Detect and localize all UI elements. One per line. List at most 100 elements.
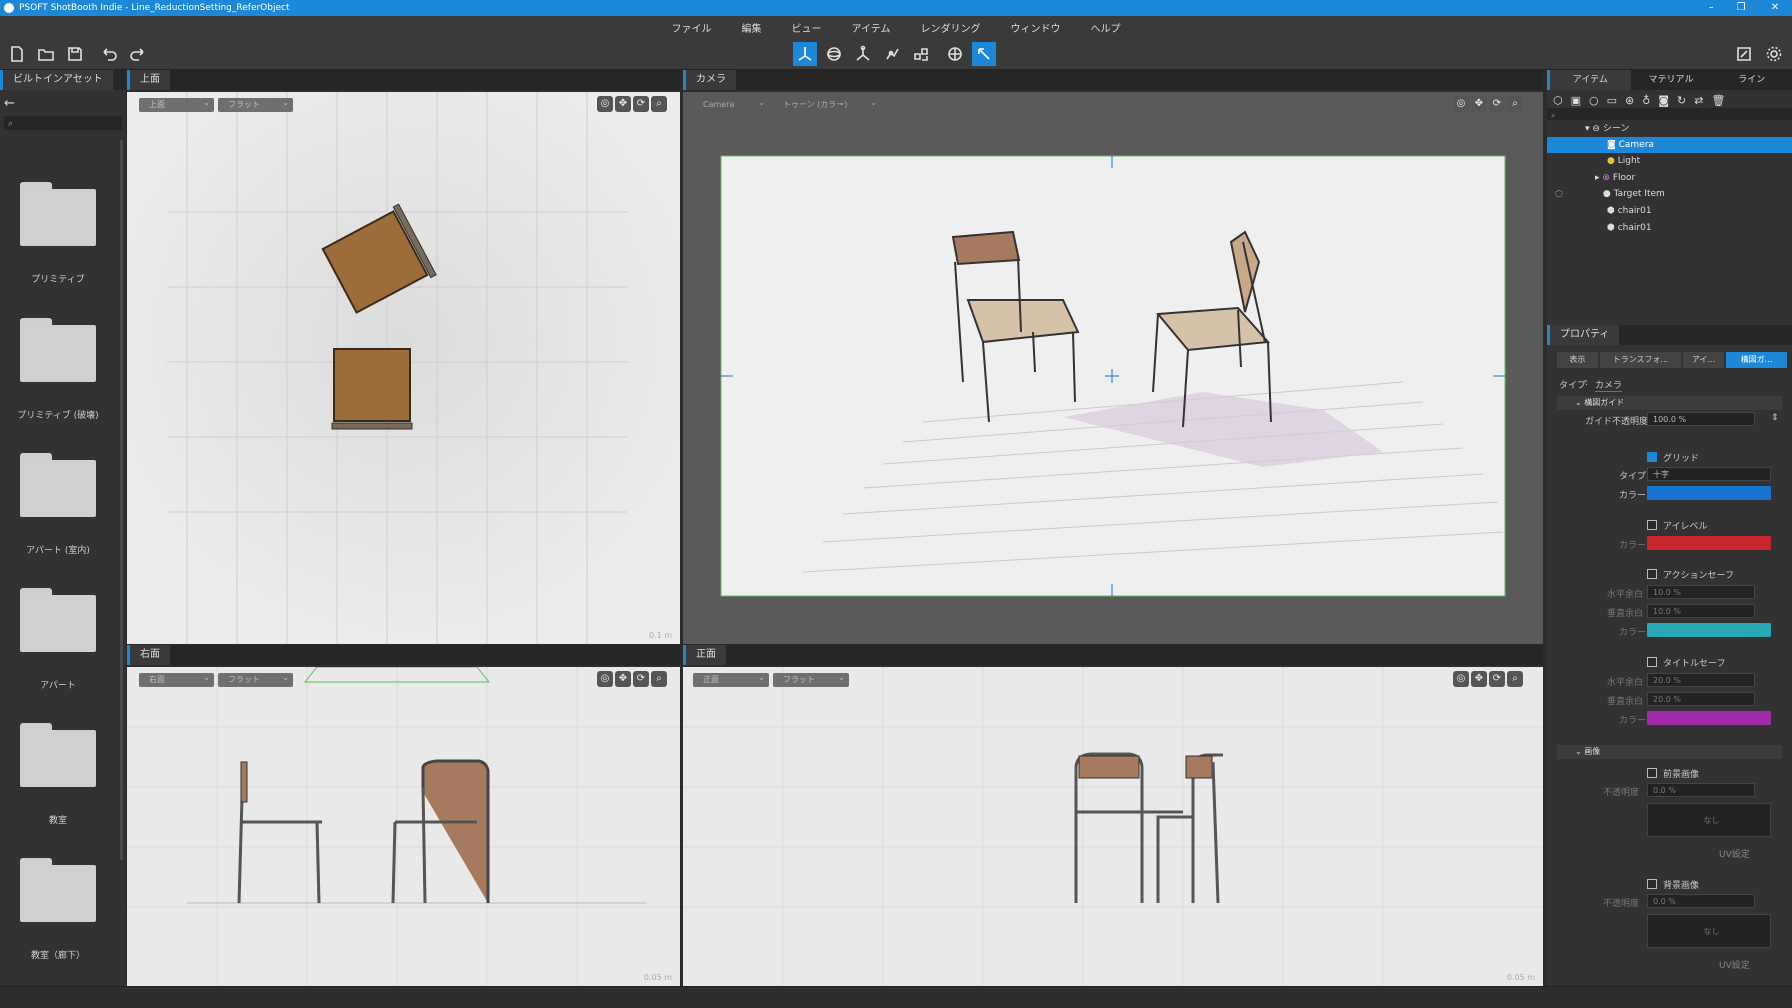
sphere-icon[interactable]: ○	[1589, 94, 1607, 107]
view-dropdown[interactable]: 上面	[139, 96, 214, 112]
tab-properties[interactable]: プロパティ	[1547, 325, 1620, 345]
back-arrow-icon[interactable]: ←	[4, 96, 24, 111]
spinner-icon[interactable]: ⇕	[1771, 413, 1779, 423]
top-view-canvas[interactable]: 上面 フラット ◎✥⟳⌕ 0.1 m	[127, 92, 680, 644]
chair-front-1[interactable]	[1074, 752, 1183, 903]
tab-top-view[interactable]: 上面	[127, 70, 170, 90]
asset-scrollbar[interactable]	[120, 140, 123, 860]
menu-help[interactable]: ヘルプ	[1091, 20, 1121, 35]
tree-row-light[interactable]: ● Light	[1547, 153, 1792, 169]
camera-icon[interactable]: ◙	[1658, 94, 1677, 107]
move-tool-icon[interactable]	[793, 42, 817, 66]
convert-icon[interactable]: ⇄	[1694, 94, 1711, 107]
grid-type-select[interactable]: 十字	[1647, 467, 1771, 481]
pan-icon[interactable]: ✥	[615, 671, 631, 687]
target-icon[interactable]: ⊛	[1625, 94, 1642, 107]
pan-icon[interactable]: ✥	[1471, 96, 1487, 112]
open-folder-icon[interactable]	[34, 42, 58, 66]
focus-icon[interactable]: ◎	[1453, 96, 1469, 112]
rotate-tool-icon[interactable]	[822, 42, 846, 66]
chair-top-2[interactable]	[331, 348, 413, 430]
pose-tool-icon[interactable]	[880, 42, 904, 66]
minimize-icon[interactable]: –	[1696, 0, 1726, 16]
fg-image-select[interactable]: なし	[1647, 803, 1771, 837]
action-safe-h-field[interactable]: 10.0 %	[1647, 585, 1755, 599]
hidden-eye-icon[interactable]: ◌	[1555, 189, 1563, 199]
tree-row-floor[interactable]: ▸ ⊗ Floor	[1547, 170, 1792, 186]
zoom-icon[interactable]: ⌕	[1507, 96, 1523, 112]
zoom-icon[interactable]: ⌕	[651, 96, 667, 112]
tab-camera-view[interactable]: カメラ	[683, 70, 736, 90]
folder-icon[interactable]	[20, 858, 96, 922]
chair-front-2[interactable]	[1156, 753, 1223, 904]
folder-icon[interactable]: ▭	[1607, 94, 1625, 107]
menu-edit[interactable]: 編集	[742, 20, 762, 35]
folder-icon[interactable]	[20, 182, 96, 246]
camera-view-canvas[interactable]: Camera トゥーン (カラー) ◎✥⟳⌕	[683, 92, 1543, 644]
zoom-icon[interactable]: ⌕	[1507, 671, 1523, 687]
title-safe-checkbox[interactable]	[1647, 657, 1657, 667]
zoom-icon[interactable]: ⌕	[651, 671, 667, 687]
right-view-canvas[interactable]: 右面 フラット ◎✥⟳⌕ 0.05 m	[127, 667, 680, 986]
folder-icon[interactable]	[20, 318, 96, 382]
action-safe-checkbox[interactable]	[1647, 569, 1657, 579]
section-image[interactable]: ⌄ 画像	[1557, 745, 1782, 759]
close-icon[interactable]: ✕	[1760, 0, 1790, 16]
subtab-display[interactable]: 表示	[1557, 352, 1598, 368]
view-dropdown[interactable]: 正面	[693, 671, 769, 687]
bg-opacity-field[interactable]: 0.0 %	[1647, 894, 1755, 908]
eye-level-color-swatch[interactable]	[1647, 536, 1771, 550]
cube-icon[interactable]: ⬡	[1553, 94, 1571, 107]
orbit-icon[interactable]: ⟳	[633, 96, 649, 112]
menu-item[interactable]: アイテム	[852, 20, 891, 35]
menu-file[interactable]: ファイル	[672, 20, 712, 35]
shading-dropdown[interactable]: フラット	[218, 671, 293, 687]
clipboard-dropdown-icon[interactable]	[853, 96, 881, 112]
tree-row-target-item[interactable]: ◌ ● Target Item	[1547, 186, 1792, 202]
image-icon[interactable]: ▣	[1571, 94, 1589, 107]
front-view-canvas[interactable]: 正面 フラット ◎✥⟳⌕ 0.05 m	[683, 667, 1543, 986]
refresh-icon[interactable]: ↻	[1677, 94, 1694, 107]
orbit-icon[interactable]: ⟳	[1489, 96, 1505, 112]
save-icon[interactable]	[63, 42, 87, 66]
trash-icon[interactable]: 🗑	[1711, 94, 1733, 107]
subtab-composition-guide[interactable]: 構図ガ...	[1725, 352, 1788, 368]
tree-row-chair[interactable]: ⬢ chair01	[1547, 220, 1792, 236]
focus-icon[interactable]: ◎	[597, 671, 613, 687]
title-safe-color-swatch[interactable]	[1647, 711, 1771, 725]
focus-icon[interactable]: ◎	[1453, 671, 1469, 687]
eye-level-checkbox[interactable]	[1647, 520, 1657, 530]
folder-icon[interactable]	[20, 588, 96, 652]
foreground-image-checkbox[interactable]	[1647, 768, 1657, 778]
bg-image-select[interactable]: なし	[1647, 914, 1771, 948]
subtab-transform[interactable]: トランスフォ...	[1599, 352, 1682, 368]
subtab-item[interactable]: アイ...	[1683, 352, 1724, 368]
asset-search-input[interactable]: ⌕	[4, 116, 122, 130]
settings-gear-icon[interactable]	[1762, 42, 1786, 66]
export-icon[interactable]	[1732, 42, 1756, 66]
section-composition-guide[interactable]: ⌄ 構図ガイド	[1557, 396, 1782, 410]
shading-dropdown[interactable]: フラット	[218, 96, 293, 112]
snap-tool-icon[interactable]	[972, 42, 996, 66]
tab-material[interactable]: マテリアル	[1631, 70, 1712, 90]
tab-right-view[interactable]: 右面	[127, 645, 170, 665]
maximize-icon[interactable]: ❐	[1726, 0, 1756, 16]
tree-row-scene[interactable]: ▾ ⊖ シーン	[1547, 121, 1792, 137]
orbit-icon[interactable]: ⟳	[633, 671, 649, 687]
chair-side-2[interactable]	[391, 759, 490, 904]
item-search-input[interactable]: ⌕	[1547, 108, 1792, 120]
action-safe-color-swatch[interactable]	[1647, 623, 1771, 637]
tab-line[interactable]: ライン	[1711, 70, 1792, 90]
grid-checkbox[interactable]	[1647, 452, 1657, 462]
chair-side-1[interactable]	[237, 761, 322, 904]
camera-dropdown[interactable]: Camera	[693, 96, 769, 112]
pan-icon[interactable]: ✥	[615, 96, 631, 112]
toon-shading-dropdown[interactable]: トゥーン (カラー)	[773, 96, 849, 112]
folder-icon[interactable]	[20, 723, 96, 787]
tab-item[interactable]: アイテム	[1547, 70, 1631, 90]
shading-dropdown[interactable]: フラット	[773, 671, 849, 687]
folder-icon[interactable]	[20, 453, 96, 517]
bg-uv-settings-button[interactable]: UV設定	[1719, 958, 1750, 971]
redo-icon[interactable]	[126, 42, 150, 66]
menu-rendering[interactable]: レンダリング	[921, 20, 981, 35]
